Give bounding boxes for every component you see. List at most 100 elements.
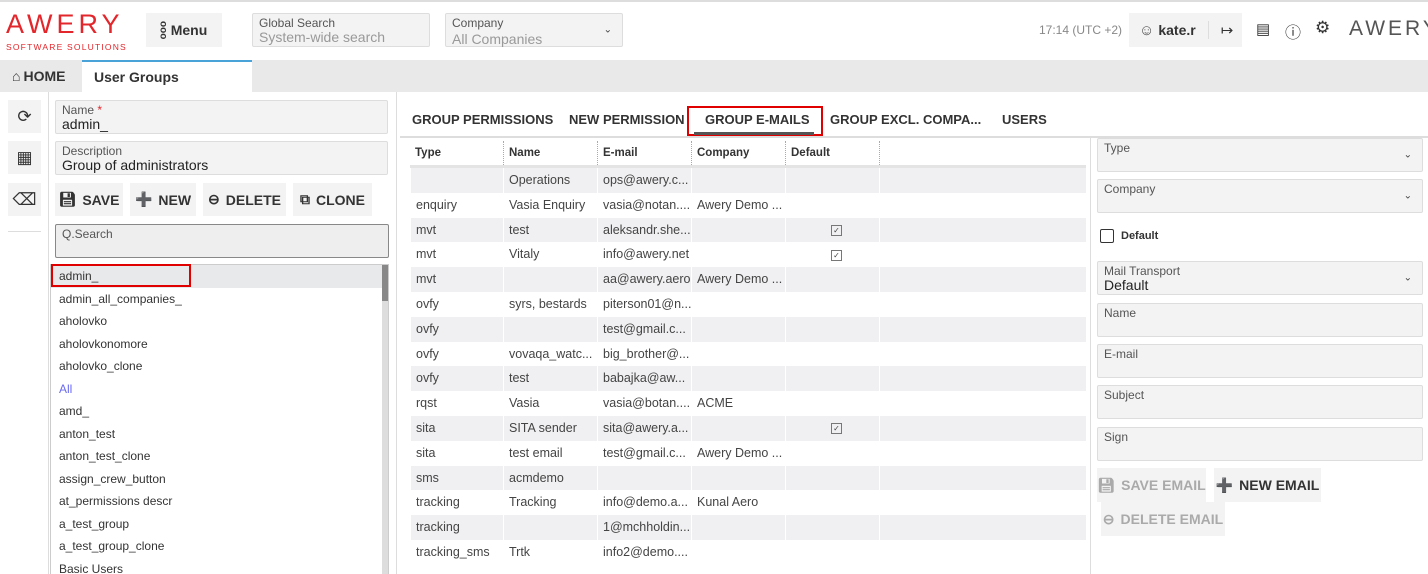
cell-name: test (503, 217, 597, 243)
cell-name: syrs, bestards (503, 291, 597, 317)
global-search-input[interactable]: Global Search System-wide search (252, 13, 430, 47)
save-button[interactable]: 💾︎ SAVE (55, 183, 123, 216)
cell-type: mvt (410, 242, 503, 268)
tab-user-groups-label: User Groups (94, 69, 179, 85)
tab-group-permissions[interactable]: GROUP PERMISSIONS (412, 104, 553, 134)
description-field[interactable]: Description Group of administrators (55, 141, 388, 175)
group-list-item[interactable]: aholovkonomore (51, 333, 388, 356)
column-header-default[interactable]: Default (785, 141, 879, 165)
group-list-item[interactable]: a_test_group_clone (51, 535, 388, 558)
username[interactable]: kate.r (1158, 22, 1195, 38)
group-list-item[interactable]: assign_crew_button (51, 468, 388, 491)
company-select[interactable]: Company ⌄ (1097, 179, 1423, 213)
cell-email: sita@awery.a... (597, 415, 691, 441)
table-row[interactable]: sita SITA sender sita@awery.a... ✓ (410, 415, 1086, 441)
cell-email: babajka@aw... (597, 366, 691, 392)
group-list-item[interactable]: admin_all_companies_ (51, 288, 388, 311)
chevron-down-icon: ⌄ (1403, 190, 1412, 202)
spreadsheet-icon[interactable]: ▦ (8, 141, 41, 174)
tab-group-excl-compa[interactable]: GROUP EXCL. COMPA... (830, 104, 981, 134)
cell-type: ovfy (410, 341, 503, 367)
cell-email: aa@awery.aero (597, 267, 691, 292)
cell-type: ovfy (410, 291, 503, 317)
table-row[interactable]: tracking 1@mchholdin... (410, 515, 1086, 540)
cell-type: sita (410, 415, 503, 441)
divider (1090, 138, 1091, 574)
sign-input[interactable]: Sign (1097, 427, 1423, 461)
group-list-item[interactable]: Basic Users_ (51, 558, 388, 574)
group-list-item[interactable]: aholovko_clone (51, 355, 388, 378)
group-list-item[interactable]: anton_test (51, 423, 388, 446)
column-header-email[interactable]: E-mail (597, 141, 691, 165)
cell-email: 1@mchholdin... (597, 515, 691, 540)
name-field[interactable]: Name * admin_ (55, 100, 388, 134)
cell-type: tracking (410, 490, 503, 516)
gear-icon[interactable]: ⚙ (1315, 18, 1330, 38)
list-scrollbar[interactable] (382, 265, 388, 574)
table-row[interactable]: Operations ops@awery.c... (410, 168, 1086, 193)
table-row[interactable]: enquiry Vasia Enquiry vasia@notan.... Awery… (410, 192, 1086, 218)
column-header-name[interactable]: Name (503, 141, 597, 165)
table-row[interactable]: mvt test aleksandr.she... ✓ (410, 217, 1086, 243)
table-row[interactable]: mvt Vitaly info@awery.net ✓ (410, 242, 1086, 268)
table-row[interactable]: ovfy test@gmail.c... (410, 316, 1086, 342)
quick-search-input[interactable]: Q.Search (55, 224, 389, 258)
email-input[interactable]: E-mail (1097, 344, 1423, 378)
cell-name: acmdemo (503, 465, 597, 491)
type-select[interactable]: Type ⌄ (1097, 138, 1423, 172)
cell-default (785, 490, 879, 516)
group-list-item[interactable]: aholovko (51, 310, 388, 333)
name-input[interactable]: Name (1097, 303, 1423, 337)
cell-email: piterson01@n... (597, 291, 691, 317)
cell-default (785, 440, 879, 466)
tab-users[interactable]: USERS (1002, 104, 1047, 134)
cell-company (691, 539, 785, 565)
checkbox-icon[interactable] (1100, 229, 1114, 243)
table-row[interactable]: ovfy syrs, bestards piterson01@n... (410, 291, 1086, 317)
menu-button[interactable]: ooo Menu (146, 13, 222, 47)
cell-name (503, 316, 597, 342)
clock: 17:14 (UTC +2) (1039, 23, 1123, 37)
mail-transport-select[interactable]: Mail Transport Default ⌄ (1097, 261, 1423, 295)
cell-company (691, 366, 785, 392)
delete-button[interactable]: ⊖ DELETE (203, 183, 286, 216)
group-list-item[interactable]: at_permissions descr (51, 490, 388, 513)
table-row[interactable]: tracking_sms Trtk info2@demo.... (410, 539, 1086, 565)
default-checkbox[interactable]: Default (1100, 229, 1158, 243)
cell-email: info@awery.net (597, 242, 691, 268)
table-row[interactable]: rqst Vasia vasia@botan.... ACME (410, 391, 1086, 416)
group-list-item[interactable]: All (51, 378, 388, 401)
table-row[interactable]: sita test email test@gmail.c... Awery Demo … (410, 440, 1086, 466)
table-row[interactable]: mvt aa@awery.aero Awery Demo ... (410, 267, 1086, 292)
chat-icon[interactable]: ▤ (1256, 20, 1270, 38)
awery-logo[interactable]: AWERY SOFTWARE SOLUTIONS (6, 10, 127, 52)
refresh-icon[interactable]: ⟳ (8, 100, 41, 133)
clone-button[interactable]: ⧉ CLONE (293, 183, 372, 216)
group-list-item[interactable]: a_test_group (51, 513, 388, 536)
eraser-icon[interactable]: ⌫ (8, 183, 41, 216)
chevron-down-icon: ⌄ (603, 24, 612, 36)
save-icon: 💾︎ (1097, 476, 1116, 493)
column-header-company[interactable]: Company (691, 141, 785, 165)
table-row[interactable]: tracking Tracking info@demo.a... Kunal Aero (410, 490, 1086, 516)
new-email-button[interactable]: ➕ NEW EMAIL (1214, 468, 1321, 502)
info-icon[interactable]: ⓘ (1285, 19, 1301, 43)
group-list: admin_ admin_all_companies_ aholovko aholov… (50, 264, 389, 574)
tab-user-groups[interactable]: User Groups (82, 60, 252, 92)
subject-input[interactable]: Subject (1097, 385, 1423, 419)
delete-email-label: DELETE EMAIL (1120, 511, 1224, 527)
save-email-button[interactable]: 💾︎ SAVE EMAIL (1097, 468, 1206, 502)
table-row[interactable]: sms acmdemo (410, 465, 1086, 491)
tab-new-permission[interactable]: NEW PERMISSION (569, 104, 685, 134)
delete-email-button[interactable]: ⊖ DELETE EMAIL (1101, 502, 1225, 536)
group-list-item[interactable]: amd_ (51, 400, 388, 423)
table-row[interactable]: ovfy test babajka@aw... (410, 366, 1086, 392)
column-header-type[interactable]: Type (410, 141, 503, 165)
company-select[interactable]: Company All Companies ⌄ (445, 13, 623, 47)
logout-icon[interactable]: ↦ (1221, 21, 1234, 39)
cell-type: tracking (410, 515, 503, 540)
table-row[interactable]: ovfy vovaqa_watc... big_brother@... (410, 341, 1086, 367)
new-button[interactable]: ➕ NEW (130, 183, 196, 216)
group-list-item[interactable]: anton_test_clone (51, 445, 388, 468)
tab-home[interactable]: ⌂ HOME (0, 60, 82, 92)
